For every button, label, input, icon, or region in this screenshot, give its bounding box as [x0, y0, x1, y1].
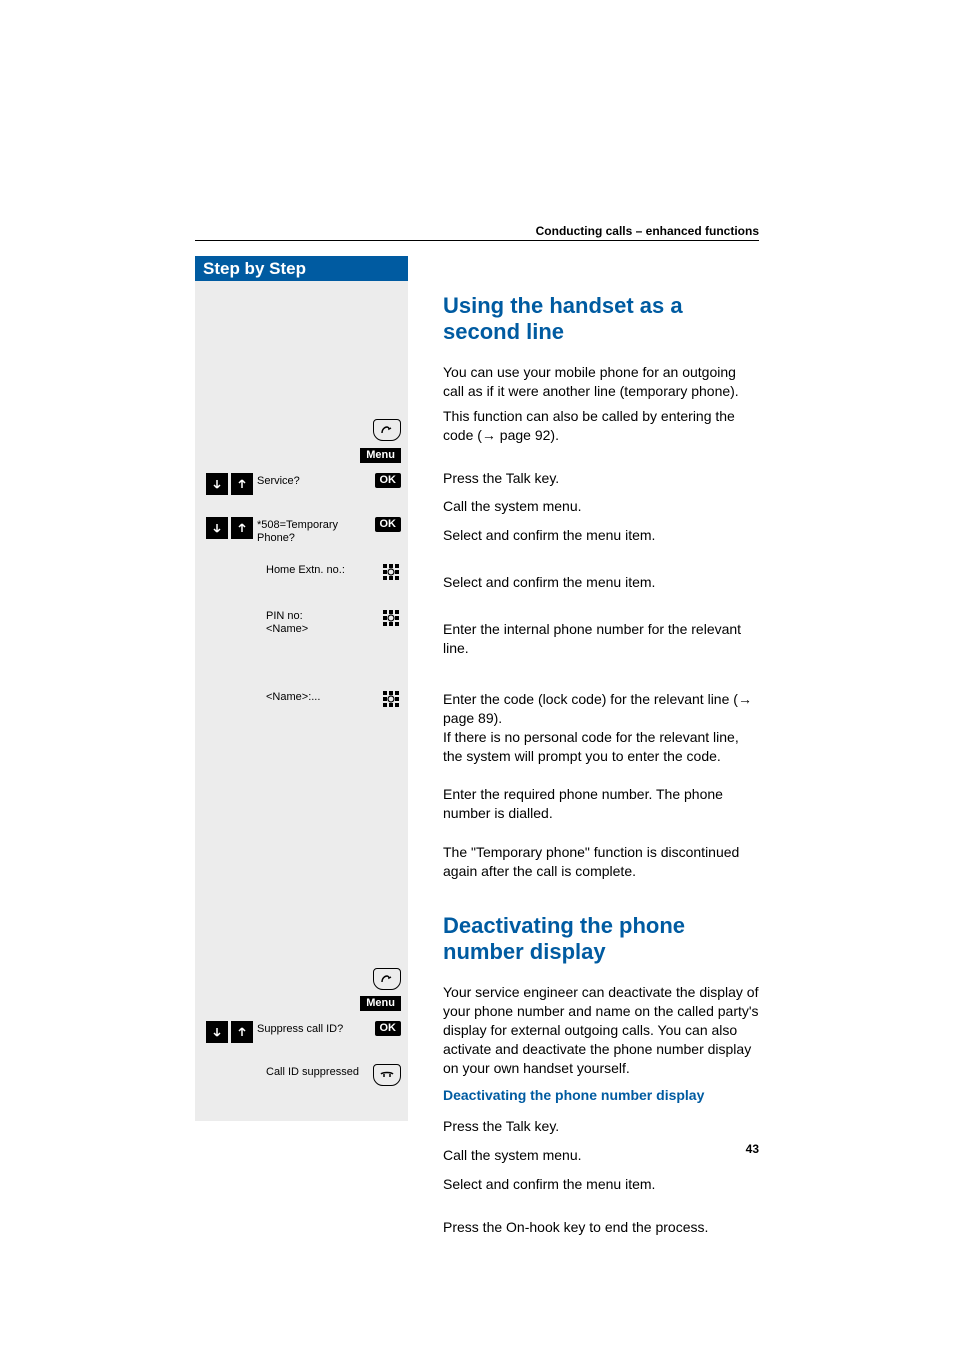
step-desc: Call the system menu.	[443, 1146, 759, 1165]
section1-intro1: You can use your mobile phone for an out…	[443, 363, 759, 401]
section2-intro: Your service engineer can deactivate the…	[443, 983, 759, 1077]
ok-badge: OK	[375, 473, 402, 488]
step-desc: Enter the required phone number. The pho…	[443, 785, 759, 823]
talk-key-icon	[373, 968, 401, 990]
down-arrow-icon	[206, 473, 228, 495]
ok-badge: OK	[375, 1021, 402, 1036]
display-text: Call ID suppressed	[266, 1064, 369, 1079]
up-arrow-icon	[231, 1021, 253, 1043]
arrow-glyph: →	[482, 427, 496, 443]
step-desc: Call the system menu.	[443, 497, 759, 516]
display-text: *508=Temporary Phone?	[257, 517, 371, 545]
display-text: Service?	[257, 473, 371, 488]
display-text: PIN no: <Name>	[266, 608, 377, 636]
text: Enter the code (lock code) for the relev…	[443, 691, 738, 707]
header-rule	[195, 240, 759, 241]
step-desc: Press the On-hook key to end the process…	[443, 1218, 759, 1237]
text: If there is no personal code for the rel…	[443, 729, 739, 764]
step-desc: Press the Talk key.	[443, 1117, 759, 1136]
keypad-icon	[381, 608, 401, 628]
ok-badge: OK	[375, 517, 402, 532]
section1-outro: The "Temporary phone" function is discon…	[443, 843, 759, 881]
sidebar-title: Step by Step	[195, 256, 408, 281]
display-text: Home Extn. no.:	[266, 562, 377, 577]
section1-intro2: This function can also be called by ente…	[443, 407, 759, 445]
running-head: Conducting calls – enhanced functions	[443, 224, 759, 238]
up-arrow-icon	[231, 517, 253, 539]
display-text: <Name>:...	[266, 689, 377, 704]
step-desc: Enter the code (lock code) for the relev…	[443, 690, 759, 766]
page-number: 43	[746, 1142, 759, 1156]
menu-badge: Menu	[360, 448, 401, 463]
step-desc: Select and confirm the menu item.	[443, 526, 759, 545]
keypad-icon	[381, 562, 401, 582]
step-desc: Select and confirm the menu item.	[443, 1175, 759, 1194]
on-hook-key-icon	[373, 1064, 401, 1086]
arrow-glyph: →	[738, 691, 752, 707]
menu-badge: Menu	[360, 996, 401, 1011]
up-arrow-icon	[231, 473, 253, 495]
step-desc: Enter the internal phone number for the …	[443, 620, 759, 658]
section1-heading: Using the handset as a second line	[443, 293, 759, 345]
section2-subhead: Deactivating the phone number display	[443, 1087, 759, 1103]
text: page 92).	[496, 427, 559, 443]
keypad-icon	[381, 689, 401, 709]
display-text: Suppress call ID?	[257, 1021, 371, 1036]
step-desc: Select and confirm the menu item.	[443, 573, 759, 592]
down-arrow-icon	[206, 517, 228, 539]
step-desc: Press the Talk key.	[443, 469, 759, 488]
down-arrow-icon	[206, 1021, 228, 1043]
section2-heading: Deactivating the phone number display	[443, 913, 759, 965]
talk-key-icon	[373, 419, 401, 441]
text: page 89).	[443, 710, 502, 726]
